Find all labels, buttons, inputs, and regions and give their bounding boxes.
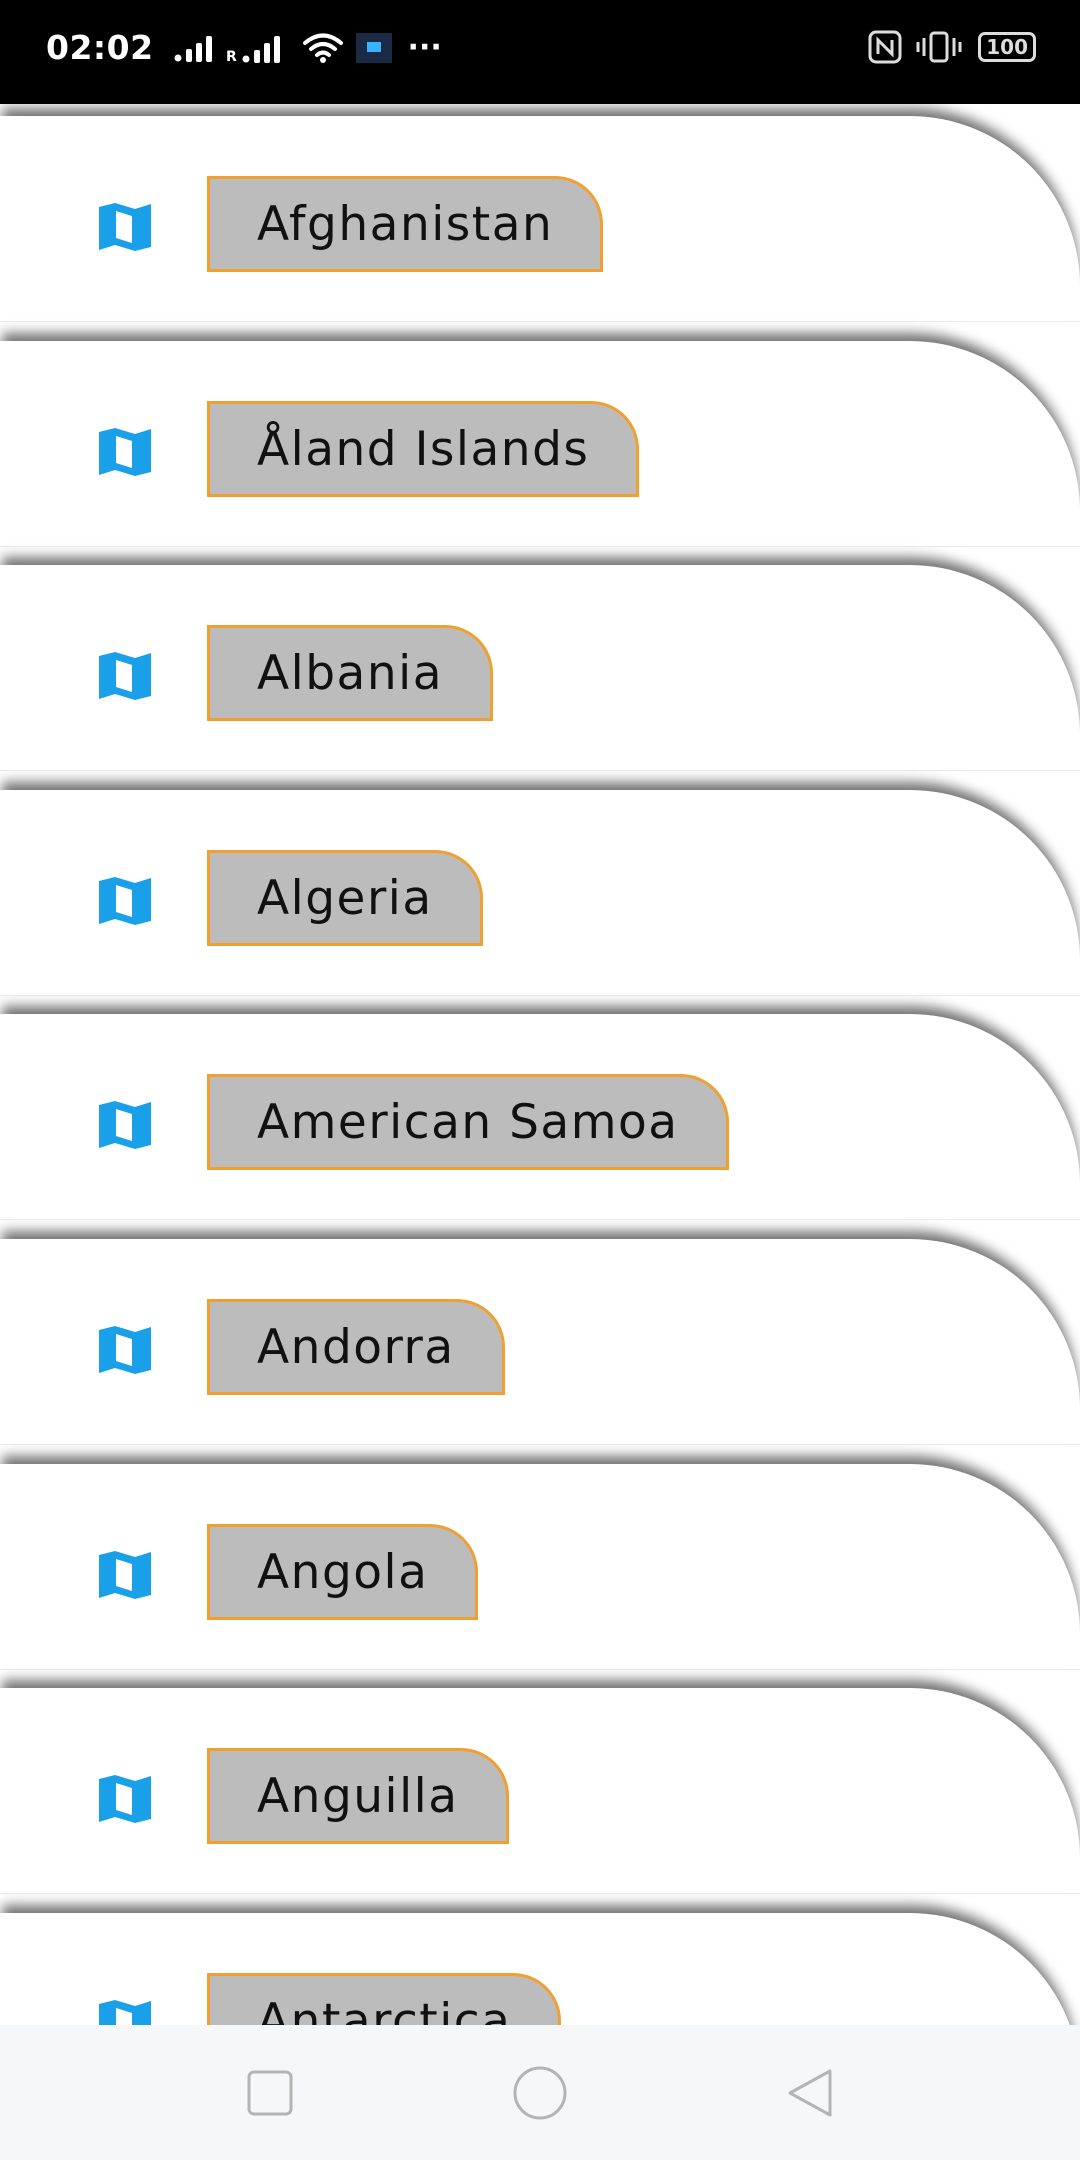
wifi-icon [302, 33, 343, 63]
list-item[interactable]: Algeria [0, 790, 1080, 996]
divider [0, 546, 1080, 547]
country-name: Anguilla [207, 1748, 509, 1844]
divider [0, 1669, 1080, 1670]
recent-apps-button[interactable] [210, 2025, 330, 2160]
square-icon [247, 2070, 293, 2115]
signal-icon [174, 35, 212, 62]
country-name: Åland Islands [207, 401, 640, 497]
map-icon [99, 1101, 151, 1149]
navigation-bar [0, 2025, 1080, 2160]
map-icon [99, 877, 151, 925]
status-time: 02:02 [46, 28, 154, 67]
status-right: 100 [868, 30, 1036, 64]
list-item[interactable]: Afghanistan [0, 116, 1080, 322]
list-item[interactable]: Angola [0, 1464, 1080, 1670]
signal-roaming-icon: R [226, 35, 280, 63]
country-name: Antarctica [207, 1973, 562, 2025]
list-item[interactable]: Antarctica [0, 1913, 1080, 2025]
country-name: Algeria [207, 850, 483, 946]
roaming-indicator: R [226, 49, 237, 63]
map-icon [99, 1326, 151, 1374]
status-left: 02:02 R ··· [46, 28, 442, 67]
list-item[interactable]: Andorra [0, 1239, 1080, 1445]
country-name: Andorra [207, 1299, 505, 1395]
divider [0, 321, 1080, 322]
country-list[interactable]: Afghanistan Åland Islands Albania Algeri… [0, 104, 1080, 2025]
home-button[interactable] [480, 2025, 600, 2160]
divider [0, 1219, 1080, 1220]
vibrate-icon [916, 31, 962, 63]
divider [0, 995, 1080, 996]
status-bar: 02:02 R ··· 100 [0, 0, 1080, 104]
country-name: Angola [207, 1524, 479, 1620]
circle-icon [513, 2066, 567, 2119]
country-name: Afghanistan [207, 176, 604, 272]
triangle-back-icon [788, 2069, 832, 2116]
more-icon: ··· [407, 29, 442, 65]
list-item[interactable]: Åland Islands [0, 341, 1080, 547]
divider [0, 770, 1080, 771]
app-notification-icon [355, 32, 392, 63]
country-name: American Samoa [207, 1074, 729, 1170]
map-icon [99, 1775, 151, 1823]
map-icon [99, 428, 151, 476]
screen: 02:02 R ··· 100 Afghanistan Åland Island… [0, 0, 1080, 2160]
map-icon [99, 1551, 151, 1599]
country-name: Albania [207, 625, 493, 721]
map-icon [99, 2000, 151, 2025]
divider [0, 1444, 1080, 1445]
divider [0, 1893, 1080, 1894]
list-item[interactable]: Anguilla [0, 1688, 1080, 1894]
battery-icon: 100 [978, 32, 1036, 62]
map-icon [99, 203, 151, 251]
map-icon [99, 652, 151, 700]
list-item[interactable]: American Samoa [0, 1014, 1080, 1220]
list-item[interactable]: Albania [0, 565, 1080, 771]
back-button[interactable] [750, 2025, 870, 2160]
nfc-icon [868, 30, 902, 64]
